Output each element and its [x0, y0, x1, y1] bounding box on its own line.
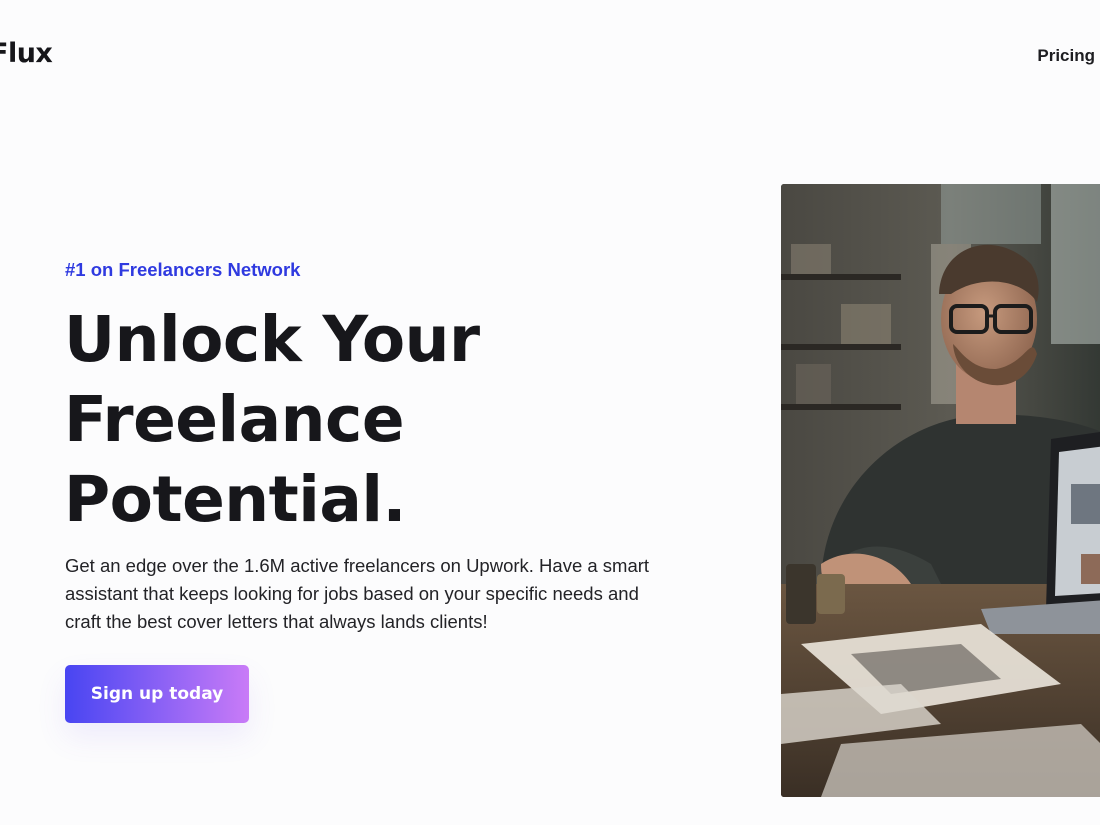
sign-up-button[interactable]: Sign up today	[65, 665, 249, 723]
landing-page: Flux Pricing #1 on Freelancers Network U…	[0, 0, 1100, 825]
brand-logo[interactable]: Flux	[0, 38, 53, 69]
hero-image	[781, 184, 1100, 797]
nav-link-pricing[interactable]: Pricing	[1037, 46, 1095, 66]
hero-headline-line: Freelance	[64, 383, 405, 456]
hero-photo-illustration	[781, 184, 1100, 797]
hero-headline: Unlock Your Freelance Potential.	[64, 300, 624, 540]
hero-headline-line: Potential.	[64, 463, 406, 536]
hero-description: Get an edge over the 1.6M active freelan…	[65, 555, 650, 632]
hero-headline-line: Unlock Your	[64, 303, 480, 376]
hero-eyebrow: #1 on Freelancers Network	[65, 259, 301, 280]
